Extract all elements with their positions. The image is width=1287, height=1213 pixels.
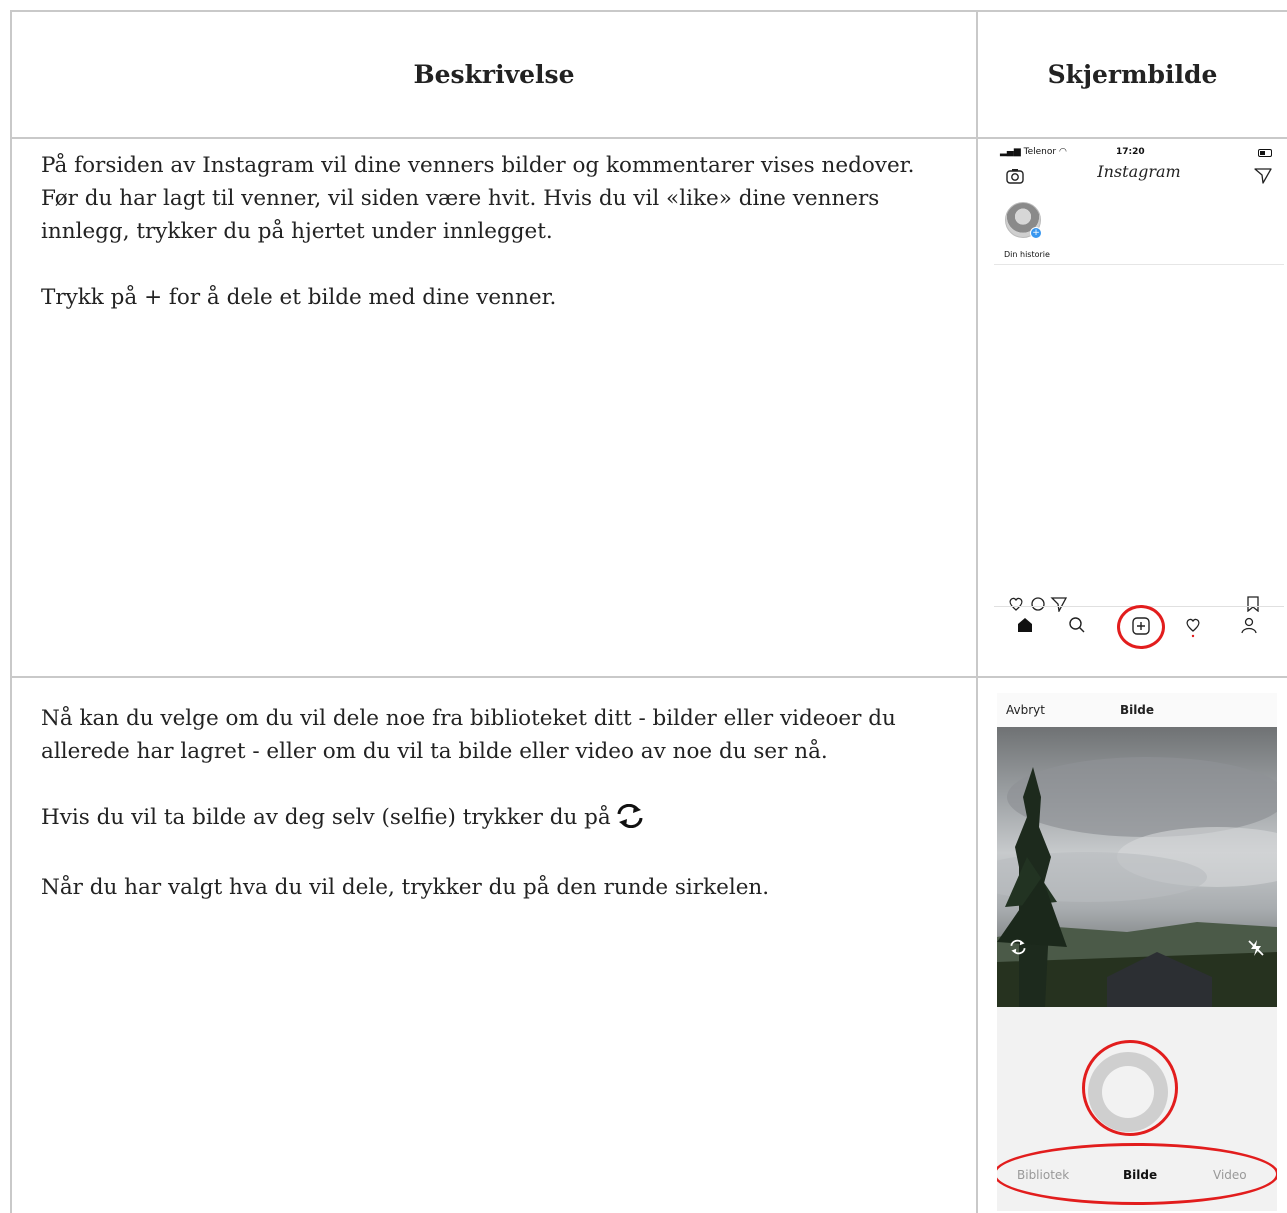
highlight-ring-tabs (997, 1143, 1277, 1205)
camera-top-bar: Avbryt Bilde (997, 693, 1277, 727)
search-icon[interactable] (1068, 616, 1086, 638)
row-1-paragraph-1: På forsiden av Instagram vil dine venner… (41, 153, 915, 244)
carrier-name: Telenor (1023, 147, 1057, 157)
camera-flip-icon (615, 803, 645, 838)
instagram-feed-screenshot: ▂▄▆ Telenor ◠ 17:20 Instagram + Din hist… (994, 146, 1284, 666)
comment-icon (1031, 597, 1045, 611)
add-story-icon[interactable]: + (1030, 227, 1042, 239)
column-divider (976, 10, 978, 1213)
camera-flip-icon[interactable] (1009, 939, 1027, 959)
row-2-paragraph-3: Når du har valgt hva du vil dele, trykke… (41, 875, 770, 900)
activity-heart-icon[interactable] (1184, 616, 1202, 642)
row-2-description: Nå kan du velge om du vil dele noe fra b… (41, 702, 921, 937)
wifi-icon: ◠ (1058, 147, 1067, 157)
row-divider-header (10, 137, 1287, 139)
camera-preview (997, 727, 1277, 1007)
home-icon[interactable] (1016, 616, 1034, 638)
camera-title: Bilde (1119, 703, 1155, 717)
clock: 17:20 (1116, 147, 1145, 157)
app-title: Instagram (1097, 162, 1181, 181)
row-2-paragraph-2: Hvis du vil ta bilde av deg selv (selfie… (41, 801, 921, 838)
battery-icon (1258, 149, 1272, 157)
profile-icon[interactable] (1240, 616, 1258, 638)
story-divider (994, 264, 1284, 265)
row-divider-1 (10, 676, 1287, 678)
row-2-paragraph-2-text: Hvis du vil ta bilde av deg selv (selfie… (41, 805, 611, 830)
heart-icon (1009, 597, 1023, 611)
flash-off-icon[interactable] (1247, 939, 1265, 961)
row-1-paragraph-2: Trykk på + for å dele et bilde med dine … (41, 285, 557, 310)
instagram-camera-screenshot: Avbryt Bilde Bibliotek Bilde Video (997, 693, 1277, 1211)
story-label: Din historie (1004, 250, 1050, 259)
row-2-paragraph-1: Nå kan du velge om du vil dele noe fra b… (41, 706, 896, 764)
highlight-ring-plus (1117, 605, 1165, 649)
header-screenshot: Skjermbilde (1047, 60, 1218, 89)
carrier-label: ▂▄▆ Telenor ◠ (1000, 147, 1067, 157)
status-bar: ▂▄▆ Telenor ◠ 17:20 (994, 146, 1284, 160)
header-description: Beskrivelse (413, 60, 575, 89)
share-icon (1050, 597, 1068, 614)
row-1-description: På forsiden av Instagram vil dine venner… (41, 149, 921, 347)
send-icon[interactable] (1254, 168, 1272, 188)
highlight-ring-shutter (1082, 1040, 1178, 1136)
